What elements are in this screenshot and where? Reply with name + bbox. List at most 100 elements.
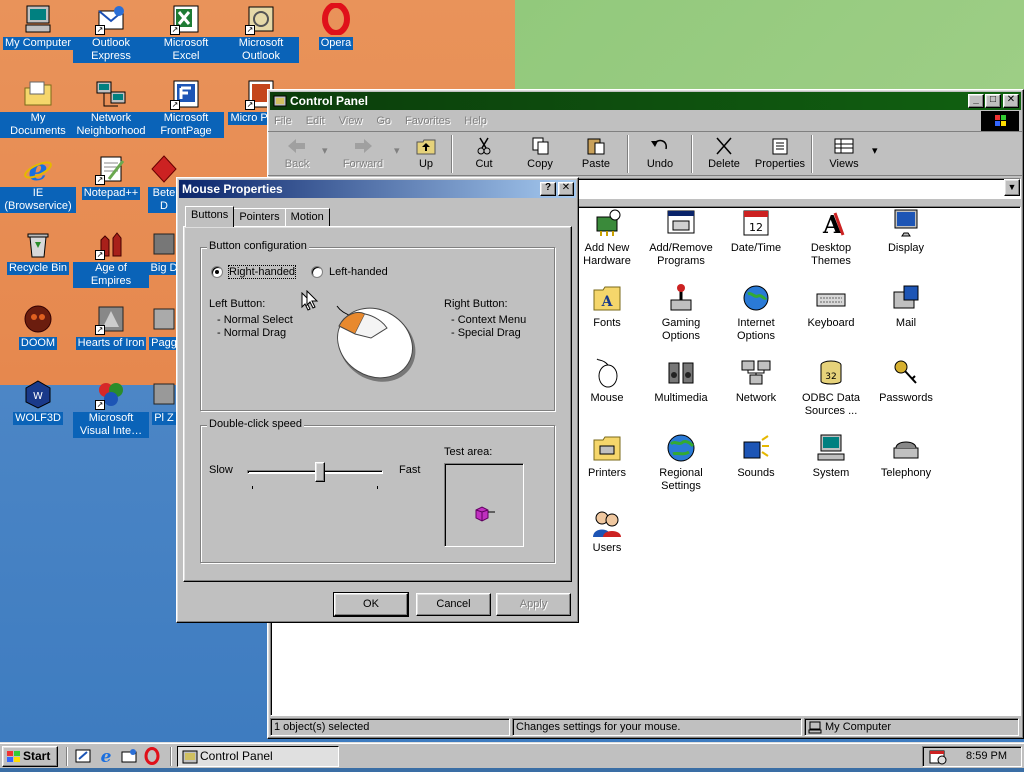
cp-item-multimedia[interactable]: Multimedia xyxy=(643,357,719,405)
maximize-button[interactable]: □ xyxy=(985,94,1001,108)
dialog-close-button[interactable]: ✕ xyxy=(558,182,574,196)
age-of-empires-icon: ↗ xyxy=(95,228,127,260)
toolbar-views-button[interactable]: Views xyxy=(816,132,872,170)
quick-launch: e xyxy=(74,747,161,768)
cp-item-passwords[interactable]: Passwords xyxy=(868,357,944,405)
cp-item-printers[interactable]: Printers xyxy=(569,432,645,480)
desktop-icon-ie[interactable]: e IE (Browservice) xyxy=(0,153,76,213)
toolbar-paste-button[interactable]: Paste xyxy=(568,132,624,170)
ie-quicklaunch-icon[interactable]: e xyxy=(97,747,115,768)
control-panel-title: Control Panel xyxy=(290,94,369,108)
double-click-speed-slider[interactable] xyxy=(247,462,383,492)
undo-icon xyxy=(648,136,672,156)
copy-icon xyxy=(528,136,552,156)
toolbar-back-button[interactable]: Back xyxy=(272,132,322,170)
tab-buttons[interactable]: Buttons xyxy=(185,206,235,227)
desktop-icon-network-neighborhood[interactable]: Network Neighborhood xyxy=(73,78,149,138)
desktop-icon-age-of-empires[interactable]: ↗ Age of Empires xyxy=(73,228,149,288)
cp-item-system[interactable]: System xyxy=(793,432,869,480)
desktop-themes-icon: A xyxy=(815,207,847,239)
control-panel-titlebar[interactable]: Control Panel _ □ ✕ xyxy=(270,92,1021,110)
tab-motion[interactable]: Motion xyxy=(284,208,330,226)
cp-item-keyboard[interactable]: Keyboard xyxy=(793,282,869,330)
desktop-icon-wolf3d[interactable]: W WOLF3D xyxy=(0,378,76,425)
cp-item-fonts[interactable]: A Fonts xyxy=(569,282,645,330)
left-handed-radio[interactable]: Left-handed xyxy=(311,266,388,278)
cp-item-add-new-hardware[interactable]: Add New Hardware xyxy=(569,207,645,268)
minimize-button[interactable]: _ xyxy=(968,94,984,108)
cp-item-network[interactable]: Network xyxy=(718,357,794,405)
cp-item-desktop-themes[interactable]: A Desktop Themes xyxy=(793,207,869,268)
right-handed-radio[interactable]: Right-handed xyxy=(211,265,297,279)
close-button[interactable]: ✕ xyxy=(1003,94,1019,108)
cp-item-mouse[interactable]: Mouse xyxy=(569,357,645,405)
slider-thumb[interactable] xyxy=(315,462,325,482)
cp-item-mail[interactable]: Mail xyxy=(868,282,944,330)
desktop-icon-my-documents[interactable]: My Documents xyxy=(0,78,76,138)
cp-item-display[interactable]: Display xyxy=(868,207,944,255)
desktop-icon-doom[interactable]: DOOM xyxy=(0,303,76,350)
desktop-icon-outlook-express[interactable]: ↗ Outlook Express xyxy=(73,3,149,63)
slider-tick xyxy=(377,486,378,489)
address-dropdown-icon[interactable]: ▼ xyxy=(1004,179,1020,196)
cp-item-sounds[interactable]: Sounds xyxy=(718,432,794,480)
toolbar-copy-button[interactable]: Copy xyxy=(512,132,568,170)
desktop-icon-notepad-plus-plus[interactable]: ↗ Notepad++ xyxy=(73,153,149,200)
cp-item-add-remove-programs[interactable]: Add/Remove Programs xyxy=(643,207,719,268)
add-remove-programs-icon xyxy=(665,207,697,239)
desktop-icon-microsoft-frontpage[interactable]: ↗ Microsoft FrontPage xyxy=(148,78,224,138)
toolbar-up-button[interactable]: Up xyxy=(404,132,448,170)
views-dropdown-icon[interactable]: ▾ xyxy=(872,132,882,157)
menu-help[interactable]: Help xyxy=(464,115,487,127)
taskbar-separator xyxy=(170,747,172,766)
back-dropdown-icon[interactable]: ▾ xyxy=(322,132,332,157)
cp-item-date-time[interactable]: 12 Date/Time xyxy=(718,207,794,255)
cp-item-regional-settings[interactable]: Regional Settings xyxy=(643,432,719,493)
cp-item-users[interactable]: Users xyxy=(569,507,645,555)
toolbar-delete-button[interactable]: Delete xyxy=(696,132,752,170)
mail-icon xyxy=(890,282,922,314)
desktop-icon-hearts-of-iron[interactable]: ↗ Hearts of Iron xyxy=(73,303,149,350)
toolbar-forward-button[interactable]: Forward xyxy=(332,132,394,170)
cp-item-gaming-options[interactable]: Gaming Options xyxy=(643,282,719,343)
dialog-tabs: Buttons Pointers Motion xyxy=(185,206,330,227)
desktop-icon-my-computer[interactable]: My Computer xyxy=(0,3,76,50)
desktop-icon-visual-interdev[interactable]: ↗ Microsoft Visual Inte… xyxy=(73,378,149,438)
cp-item-odbc-data-sources[interactable]: 32 ODBC Data Sources ... xyxy=(793,357,869,418)
cp-item-internet-options[interactable]: Internet Options xyxy=(718,282,794,343)
toolbar-undo-button[interactable]: Undo xyxy=(632,132,688,170)
clock[interactable]: 8:59 PM xyxy=(966,747,1007,766)
tray-scheduler-icon[interactable] xyxy=(929,749,947,772)
ok-button[interactable]: OK xyxy=(333,592,409,617)
help-button[interactable]: ? xyxy=(540,182,556,196)
forward-dropdown-icon[interactable]: ▾ xyxy=(394,132,404,157)
taskbar-control-panel-button[interactable]: Control Panel xyxy=(177,746,339,767)
outlook-express-quicklaunch-icon[interactable] xyxy=(120,747,138,768)
cancel-button[interactable]: Cancel xyxy=(416,593,491,616)
test-area-box[interactable] xyxy=(444,463,524,547)
toolbar-cut-button[interactable]: Cut xyxy=(456,132,512,170)
desktop-icon-recycle-bin[interactable]: Recycle Bin xyxy=(0,228,76,275)
start-button[interactable]: Start xyxy=(2,746,58,767)
menu-view[interactable]: View xyxy=(339,115,363,127)
desktop-icon-opera[interactable]: Opera xyxy=(298,2,374,50)
status-zone: My Computer xyxy=(804,718,1019,736)
telephone-icon xyxy=(890,432,922,464)
menu-go[interactable]: Go xyxy=(376,115,391,127)
toolbar-separator xyxy=(811,135,813,173)
apply-button[interactable]: Apply xyxy=(496,593,571,616)
slider-tick xyxy=(252,486,253,489)
tab-pointers[interactable]: Pointers xyxy=(233,208,286,226)
toolbar-properties-button[interactable]: Properties xyxy=(752,132,808,170)
cp-item-telephony[interactable]: Telephony xyxy=(868,432,944,480)
menu-edit[interactable]: Edit xyxy=(306,115,325,127)
show-desktop-icon[interactable] xyxy=(74,747,92,768)
mouse-dialog-titlebar[interactable]: Mouse Properties ? ✕ xyxy=(179,180,576,198)
menu-favorites[interactable]: Favorites xyxy=(405,115,450,127)
menu-file[interactable]: File xyxy=(274,115,292,127)
globe-internet-icon xyxy=(740,282,772,314)
opera-quicklaunch-icon[interactable] xyxy=(143,747,161,768)
desktop-icon-microsoft-excel[interactable]: ↗ Microsoft Excel xyxy=(148,3,224,63)
desktop-icon-microsoft-outlook[interactable]: ↗ Microsoft Outlook xyxy=(223,3,299,63)
taskbar-separator xyxy=(66,747,68,766)
